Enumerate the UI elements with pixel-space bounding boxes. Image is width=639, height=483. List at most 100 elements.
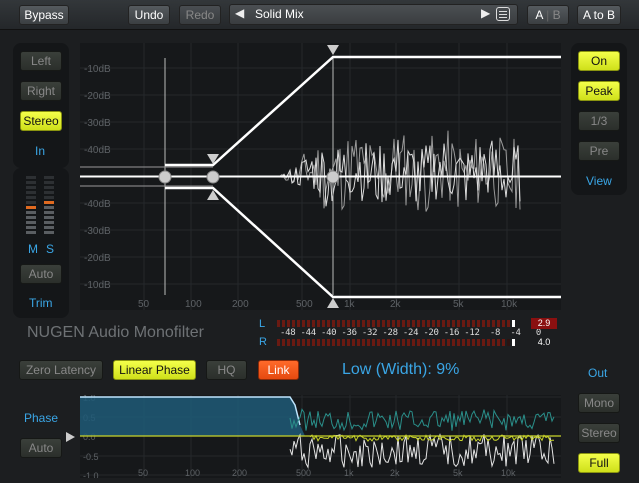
meter-segment <box>387 320 390 327</box>
right-button[interactable]: Right <box>20 81 62 101</box>
bypass-button[interactable]: Bypass <box>19 5 69 25</box>
freq-tick-label: 2k <box>390 299 402 310</box>
meter-segment <box>492 320 495 327</box>
trim-auto-button[interactable]: Auto <box>20 264 62 284</box>
crossover-handle[interactable] <box>326 170 340 184</box>
meter-segment <box>377 320 380 327</box>
side-level-meter <box>44 176 56 236</box>
trim-meter-segment <box>26 211 36 214</box>
meter-r-label: R <box>259 336 267 348</box>
linear-phase-button[interactable]: Linear Phase <box>113 360 196 380</box>
meter-segment <box>477 320 480 327</box>
meter-segment <box>442 320 445 327</box>
trim-meter-segment <box>44 191 54 194</box>
link-button[interactable]: Link <box>258 360 299 380</box>
meter-segment <box>487 339 490 346</box>
meter-segment <box>337 320 340 327</box>
ab-toggle-button[interactable]: A | B <box>527 5 569 25</box>
redo-button[interactable]: Redo <box>179 5 221 25</box>
output-meter-left <box>277 320 517 327</box>
undo-button[interactable]: Undo <box>128 5 170 25</box>
meter-segment <box>392 339 395 346</box>
trim-meter-segment <box>26 206 36 209</box>
left-button[interactable]: Left <box>20 51 62 71</box>
meter-segment <box>482 320 485 327</box>
stereo-button[interactable]: Stereo <box>20 111 62 131</box>
meter-segment <box>382 339 385 346</box>
mid-level-meter <box>26 176 38 236</box>
pre-button[interactable]: Pre <box>578 141 620 161</box>
out-stereo-button[interactable]: Stereo <box>578 423 620 443</box>
preset-prev-arrow-icon[interactable]: ◀ <box>235 6 244 20</box>
meter-segment <box>327 320 330 327</box>
meter-segment <box>407 320 410 327</box>
meter-segment <box>427 320 430 327</box>
db-tick-label: -20dB <box>84 91 111 102</box>
right-peak-readout[interactable]: 4.0 <box>531 337 557 348</box>
a-to-b-button[interactable]: A to B <box>577 5 621 25</box>
db-tick-label: -10dB <box>84 64 111 75</box>
freq-tick-label: 50 <box>138 299 150 310</box>
trim-meter-segment <box>26 196 36 199</box>
meter-segment <box>332 320 335 327</box>
preset-menu-icon[interactable] <box>496 7 510 21</box>
meter-segment <box>312 339 315 346</box>
meter-segment <box>392 320 395 327</box>
meter-segment <box>422 320 425 327</box>
trim-meter-segment <box>44 216 54 219</box>
preset-next-arrow-icon[interactable]: ▶ <box>481 6 490 20</box>
phase-freq-tick-label: 200 <box>232 468 247 478</box>
meter-segment <box>462 339 465 346</box>
low-freq-handle[interactable] <box>158 170 172 184</box>
out-mono-button[interactable]: Mono <box>578 393 620 413</box>
zero-latency-button[interactable]: Zero Latency <box>19 360 103 380</box>
db-tick-label: -40dB <box>84 145 111 156</box>
width-readout: Low (Width): 9% <box>342 361 460 378</box>
spectrum-on-button[interactable]: On <box>578 51 620 71</box>
meter-segment <box>472 320 475 327</box>
b-label: B <box>552 8 561 22</box>
trim-meter-segment <box>44 211 54 214</box>
phase-auto-button[interactable]: Auto <box>20 438 62 458</box>
trim-meter-segment <box>44 196 54 199</box>
meter-segment <box>372 339 375 346</box>
left-peak-readout[interactable]: 2.9 <box>531 318 557 329</box>
meter-segment <box>412 339 415 346</box>
meter-segment <box>497 320 500 327</box>
meter-segment <box>472 339 475 346</box>
meter-segment <box>342 339 345 346</box>
phase-freq-tick-label: 1k <box>344 468 354 478</box>
meter-segment <box>422 339 425 346</box>
brand-title: NUGEN Audio Monofilter <box>27 324 204 341</box>
meter-segment <box>507 320 510 327</box>
phase-correlation-fill <box>80 397 305 436</box>
meter-segment <box>437 339 440 346</box>
meter-scale: -48 -44 -40 -36 -32 -28 -24 -20 -16 -12 … <box>280 328 542 338</box>
peak-button[interactable]: Peak <box>578 81 620 101</box>
meter-segment <box>277 339 280 346</box>
hq-button[interactable]: HQ <box>206 360 247 380</box>
meter-segment <box>352 339 355 346</box>
preset-selector[interactable]: ◀ Solid Mix ▶ <box>229 4 518 25</box>
freq-tick-label: 100 <box>185 299 202 310</box>
top-toolbar: Bypass Undo Redo ◀ Solid Mix ▶ A | B A t… <box>0 0 639 30</box>
trim-meter-segment <box>26 191 36 194</box>
trim-meter-segment <box>26 186 36 189</box>
trim-label: Trim <box>29 296 53 310</box>
meter-segment <box>427 339 430 346</box>
slope-start-handle[interactable] <box>206 170 220 184</box>
meter-segment <box>307 320 310 327</box>
meter-segment <box>342 320 345 327</box>
meter-segment <box>322 320 325 327</box>
filter-graph[interactable]: -10dB -20dB -30dB -40dB -40dB -30dB -20dB -10dB… <box>80 43 561 310</box>
third-octave-button[interactable]: 1/3 <box>578 111 620 131</box>
s-label: S <box>46 242 55 256</box>
out-full-button[interactable]: Full <box>578 453 620 473</box>
meter-segment <box>457 339 460 346</box>
meter-segment <box>432 339 435 346</box>
phase-tick-label: -1.0 <box>83 471 99 478</box>
meter-segment <box>282 320 285 327</box>
meter-segment <box>437 320 440 327</box>
trim-meter-segment <box>44 176 54 179</box>
a-label: A <box>535 8 543 22</box>
